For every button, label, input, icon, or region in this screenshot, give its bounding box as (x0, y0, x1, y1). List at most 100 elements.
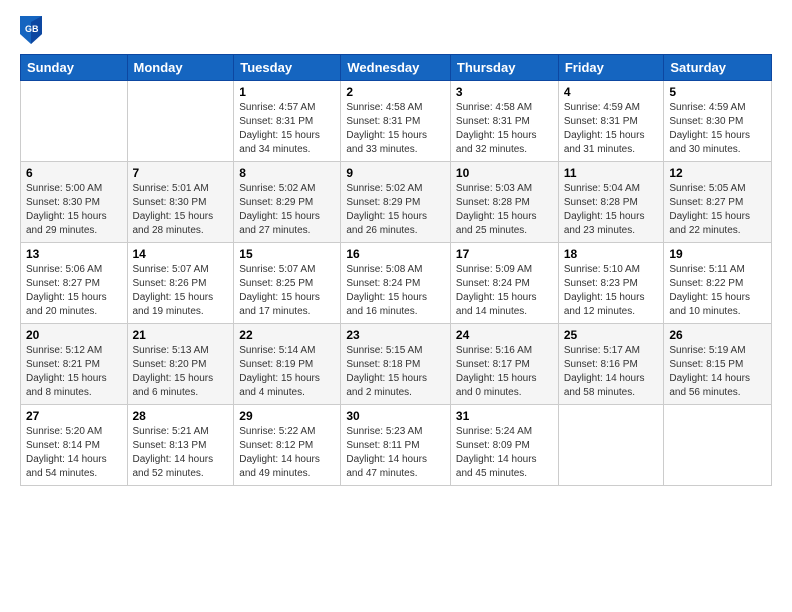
weekday-header: Tuesday (234, 55, 341, 81)
day-info: Sunrise: 5:10 AM Sunset: 8:23 PM Dayligh… (564, 263, 659, 319)
calendar-week-row: 1 Sunrise: 4:57 AM Sunset: 8:31 PM Daylig… (21, 81, 772, 162)
calendar-cell: 8 Sunrise: 5:02 AM Sunset: 8:29 PM Daylig… (234, 162, 341, 243)
day-number: 17 (456, 247, 553, 261)
day-info: Sunrise: 5:19 AM Sunset: 8:15 PM Dayligh… (669, 344, 766, 400)
day-info: Sunrise: 4:59 AM Sunset: 8:31 PM Dayligh… (564, 101, 659, 157)
day-info: Sunrise: 5:05 AM Sunset: 8:27 PM Dayligh… (669, 182, 766, 238)
calendar-cell: 21 Sunrise: 5:13 AM Sunset: 8:20 PM Dayli… (127, 324, 234, 405)
calendar-cell (127, 81, 234, 162)
day-info: Sunrise: 5:11 AM Sunset: 8:22 PM Dayligh… (669, 263, 766, 319)
day-info: Sunrise: 5:23 AM Sunset: 8:11 PM Dayligh… (346, 425, 445, 481)
day-number: 14 (133, 247, 229, 261)
day-info: Sunrise: 5:08 AM Sunset: 8:24 PM Dayligh… (346, 263, 445, 319)
day-number: 26 (669, 328, 766, 342)
day-number: 23 (346, 328, 445, 342)
day-number: 31 (456, 409, 553, 423)
day-number: 19 (669, 247, 766, 261)
calendar-cell: 23Sunrise: 5:15 AM Sunset: 8:18 PM Dayli… (341, 324, 451, 405)
day-info: Sunrise: 5:02 AM Sunset: 8:29 PM Dayligh… (239, 182, 335, 238)
logo-icon: GB (20, 16, 42, 44)
calendar-cell: 17 Sunrise: 5:09 AM Sunset: 8:24 PM Dayli… (450, 243, 558, 324)
day-number: 1 (239, 85, 335, 99)
day-info: Sunrise: 5:06 AM Sunset: 8:27 PM Dayligh… (26, 263, 122, 319)
calendar-cell: 30 Sunrise: 5:23 AM Sunset: 8:11 PM Dayli… (341, 405, 451, 486)
day-number: 11 (564, 166, 659, 180)
calendar-cell: 22 Sunrise: 5:14 AM Sunset: 8:19 PM Dayli… (234, 324, 341, 405)
weekday-header: Saturday (664, 55, 772, 81)
day-info: Sunrise: 5:04 AM Sunset: 8:28 PM Dayligh… (564, 182, 659, 238)
calendar-cell: 1 Sunrise: 4:57 AM Sunset: 8:31 PM Daylig… (234, 81, 341, 162)
day-number: 8 (239, 166, 335, 180)
weekday-header: Sunday (21, 55, 128, 81)
weekday-header: Friday (558, 55, 664, 81)
calendar-cell: 18 Sunrise: 5:10 AM Sunset: 8:23 PM Dayli… (558, 243, 664, 324)
day-info: Sunrise: 5:21 AM Sunset: 8:13 PM Dayligh… (133, 425, 229, 481)
weekday-header: Wednesday (341, 55, 451, 81)
calendar-cell: 5 Sunrise: 4:59 AM Sunset: 8:30 PM Daylig… (664, 81, 772, 162)
day-number: 6 (26, 166, 122, 180)
day-info: Sunrise: 4:58 AM Sunset: 8:31 PM Dayligh… (456, 101, 553, 157)
calendar-cell (664, 405, 772, 486)
calendar-week-row: 6 Sunrise: 5:00 AM Sunset: 8:30 PM Daylig… (21, 162, 772, 243)
calendar-cell: 31 Sunrise: 5:24 AM Sunset: 8:09 PM Dayli… (450, 405, 558, 486)
calendar-cell (21, 81, 128, 162)
calendar-week-row: 20Sunrise: 5:12 AM Sunset: 8:21 PM Dayli… (21, 324, 772, 405)
day-number: 15 (239, 247, 335, 261)
calendar-cell: 20Sunrise: 5:12 AM Sunset: 8:21 PM Dayli… (21, 324, 128, 405)
day-number: 27 (26, 409, 122, 423)
day-number: 3 (456, 85, 553, 99)
calendar-cell: 25Sunrise: 5:17 AM Sunset: 8:16 PM Dayli… (558, 324, 664, 405)
day-info: Sunrise: 5:14 AM Sunset: 8:19 PM Dayligh… (239, 344, 335, 400)
calendar-cell: 9Sunrise: 5:02 AM Sunset: 8:29 PM Daylig… (341, 162, 451, 243)
calendar-cell: 29Sunrise: 5:22 AM Sunset: 8:12 PM Dayli… (234, 405, 341, 486)
logo: GB (20, 16, 44, 44)
calendar-cell: 16 Sunrise: 5:08 AM Sunset: 8:24 PM Dayli… (341, 243, 451, 324)
day-info: Sunrise: 5:01 AM Sunset: 8:30 PM Dayligh… (133, 182, 229, 238)
day-number: 10 (456, 166, 553, 180)
calendar-cell: 13 Sunrise: 5:06 AM Sunset: 8:27 PM Dayli… (21, 243, 128, 324)
day-info: Sunrise: 5:09 AM Sunset: 8:24 PM Dayligh… (456, 263, 553, 319)
calendar-cell: 10 Sunrise: 5:03 AM Sunset: 8:28 PM Dayli… (450, 162, 558, 243)
day-info: Sunrise: 5:20 AM Sunset: 8:14 PM Dayligh… (26, 425, 122, 481)
header: GB (20, 16, 772, 44)
day-number: 28 (133, 409, 229, 423)
day-info: Sunrise: 5:13 AM Sunset: 8:20 PM Dayligh… (133, 344, 229, 400)
day-info: Sunrise: 5:07 AM Sunset: 8:26 PM Dayligh… (133, 263, 229, 319)
calendar-cell (558, 405, 664, 486)
day-number: 2 (346, 85, 445, 99)
calendar-cell: 7 Sunrise: 5:01 AM Sunset: 8:30 PM Daylig… (127, 162, 234, 243)
day-info: Sunrise: 5:07 AM Sunset: 8:25 PM Dayligh… (239, 263, 335, 319)
day-number: 22 (239, 328, 335, 342)
weekday-header: Monday (127, 55, 234, 81)
day-info: Sunrise: 5:00 AM Sunset: 8:30 PM Dayligh… (26, 182, 122, 238)
day-info: Sunrise: 5:03 AM Sunset: 8:28 PM Dayligh… (456, 182, 553, 238)
day-info: Sunrise: 5:16 AM Sunset: 8:17 PM Dayligh… (456, 344, 553, 400)
day-number: 21 (133, 328, 229, 342)
calendar-cell: 12 Sunrise: 5:05 AM Sunset: 8:27 PM Dayli… (664, 162, 772, 243)
day-number: 30 (346, 409, 445, 423)
weekday-header: Thursday (450, 55, 558, 81)
calendar-week-row: 13 Sunrise: 5:06 AM Sunset: 8:27 PM Dayli… (21, 243, 772, 324)
day-number: 18 (564, 247, 659, 261)
day-number: 25 (564, 328, 659, 342)
day-number: 5 (669, 85, 766, 99)
day-number: 29 (239, 409, 335, 423)
calendar-cell: 4Sunrise: 4:59 AM Sunset: 8:31 PM Daylig… (558, 81, 664, 162)
day-info: Sunrise: 4:59 AM Sunset: 8:30 PM Dayligh… (669, 101, 766, 157)
calendar-cell: 3 Sunrise: 4:58 AM Sunset: 8:31 PM Daylig… (450, 81, 558, 162)
calendar-table: SundayMondayTuesdayWednesdayThursdayFrid… (20, 54, 772, 486)
day-info: Sunrise: 4:57 AM Sunset: 8:31 PM Dayligh… (239, 101, 335, 157)
day-info: Sunrise: 5:12 AM Sunset: 8:21 PM Dayligh… (26, 344, 122, 400)
day-number: 12 (669, 166, 766, 180)
calendar-cell: 14 Sunrise: 5:07 AM Sunset: 8:26 PM Dayli… (127, 243, 234, 324)
day-number: 7 (133, 166, 229, 180)
day-number: 16 (346, 247, 445, 261)
calendar-cell: 27 Sunrise: 5:20 AM Sunset: 8:14 PM Dayli… (21, 405, 128, 486)
calendar-week-row: 27 Sunrise: 5:20 AM Sunset: 8:14 PM Dayli… (21, 405, 772, 486)
day-number: 13 (26, 247, 122, 261)
page: GB SundayMondayTuesdayWednesdayThursdayF… (0, 0, 792, 612)
day-info: Sunrise: 5:24 AM Sunset: 8:09 PM Dayligh… (456, 425, 553, 481)
calendar-cell: 6 Sunrise: 5:00 AM Sunset: 8:30 PM Daylig… (21, 162, 128, 243)
calendar-cell: 26 Sunrise: 5:19 AM Sunset: 8:15 PM Dayli… (664, 324, 772, 405)
calendar-cell: 15 Sunrise: 5:07 AM Sunset: 8:25 PM Dayli… (234, 243, 341, 324)
